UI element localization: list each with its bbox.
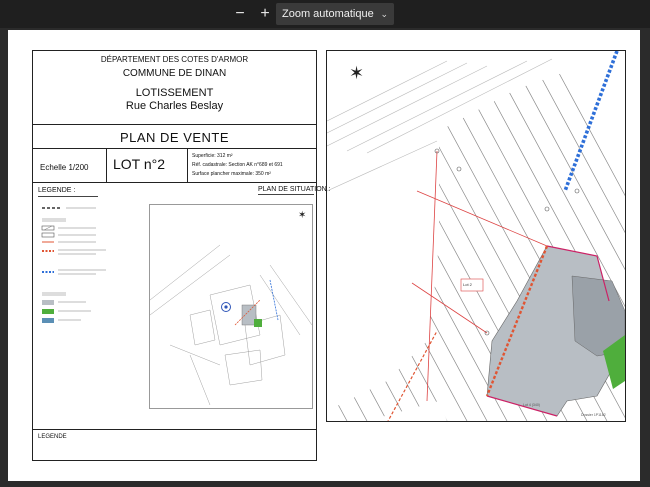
header-commune: COMMUNE DE DINAN — [122, 68, 227, 79]
situation-plan: ✶ — [149, 204, 313, 409]
zoom-select[interactable]: Zoom automatique ⌄ — [276, 3, 394, 25]
divider — [32, 148, 317, 149]
situation-title: PLAN DE SITUATION : — [258, 186, 331, 193]
lot-number: LOT n°2 — [113, 156, 166, 172]
zoom-out-button[interactable]: − — [233, 4, 247, 24]
legende-footer: LEGENDE — [38, 434, 67, 440]
divider — [106, 148, 107, 182]
header-lotissement: LOTISSEMENT — [135, 87, 214, 99]
situation-plan-drawing — [150, 244, 312, 406]
parcel-plan: ✶ Lot 2 Lot 4 (340) Dossier 1P1182 — [326, 50, 626, 422]
info-superficie: Superficie: 312 m² — [192, 153, 233, 159]
divider — [258, 194, 314, 195]
legende-title: LEGENDE : — [38, 187, 76, 194]
plan-title: PLAN DE VENTE — [119, 130, 230, 145]
zoom-in-button[interactable]: + — [258, 4, 272, 24]
legend-graphic — [41, 207, 106, 323]
chevron-down-icon: ⌄ — [380, 9, 388, 19]
header-rue: Rue Charles Beslay — [125, 100, 224, 112]
divider — [32, 429, 317, 430]
pdf-toolbar: − + Zoom automatique ⌄ — [0, 0, 650, 28]
divider — [32, 124, 317, 125]
north-arrow-icon: ✶ — [298, 210, 307, 221]
zoom-select-value: Zoom automatique — [282, 8, 374, 20]
lot-label: Lot 2 — [463, 282, 473, 287]
lot4-label: Lot 4 (340) — [523, 403, 540, 407]
info-surface: Surface plancher maximale: 350 m² — [192, 171, 271, 177]
pdf-page: DÉPARTEMENT DES COTES D'ARMOR COMMUNE DE… — [8, 30, 640, 481]
divider — [187, 148, 188, 182]
svg-text:✶: ✶ — [349, 63, 364, 84]
divider — [32, 182, 317, 183]
info-reference: Réf. cadastrale: Section AK n°689 et 691 — [192, 162, 283, 168]
divider — [38, 196, 98, 197]
header-departement: DÉPARTEMENT DES COTES D'ARMOR — [100, 55, 249, 64]
parcel-plan-drawing: ✶ Lot 2 — [327, 51, 625, 421]
echelle-label: Echelle 1/200 — [40, 163, 89, 172]
dossier-label: Dossier 1P1182 — [581, 413, 606, 417]
